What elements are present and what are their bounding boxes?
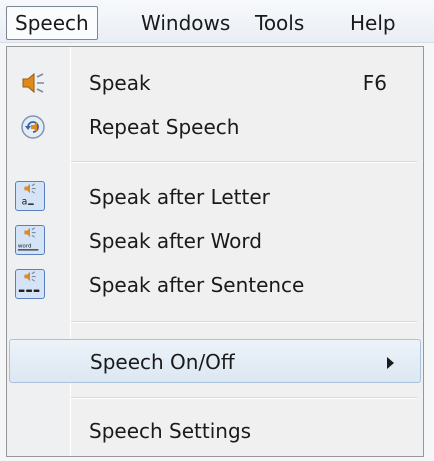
speak-sentence-icon: [15, 269, 45, 299]
menu-help[interactable]: Help: [342, 10, 404, 36]
menu-separator: [71, 161, 417, 163]
menu-item-label: Speak after Letter: [89, 185, 270, 209]
menu-item-speak-after-letter[interactable]: a Speak after Letter: [9, 175, 421, 219]
speak-letter-icon: a: [15, 181, 45, 211]
menu-item-label: Repeat Speech: [89, 115, 240, 139]
menu-item-speak-after-sentence[interactable]: Speak after Sentence: [9, 263, 421, 307]
icon-word-text: word: [18, 243, 32, 249]
menu-windows[interactable]: Windows: [133, 10, 238, 36]
menu-item-repeat-speech[interactable]: Repeat Speech: [9, 105, 421, 149]
menu-bar: Speech Windows Tools Help: [0, 0, 434, 43]
speak-word-icon: word: [15, 225, 45, 255]
menu-tools[interactable]: Tools: [247, 10, 312, 36]
speaker-icon: [22, 72, 44, 94]
repeat-speech-icon: [21, 115, 45, 139]
menu-item-speak-after-word[interactable]: word Speak after Word: [9, 219, 421, 263]
menu-item-label: Speak after Word: [89, 229, 262, 253]
menu-item-label: Speak: [89, 71, 151, 95]
icon-letter-text: a: [22, 196, 28, 207]
speech-dropdown-menu: Speak F6 Repeat Speech a Speak after Let…: [6, 46, 424, 457]
submenu-arrow-icon: [387, 357, 394, 369]
shortcut-label: F6: [362, 71, 387, 95]
menu-item-speech-settings[interactable]: Speech Settings: [9, 409, 421, 453]
menu-item-label: Speech Settings: [89, 419, 252, 443]
menu-item-speak[interactable]: Speak F6: [9, 61, 421, 105]
menu-speech[interactable]: Speech: [6, 6, 98, 40]
menu-item-label: Speak after Sentence: [89, 273, 305, 297]
menu-separator: [71, 321, 417, 323]
menu-separator: [71, 397, 417, 399]
menu-item-label: Speech On/Off: [90, 350, 235, 374]
menu-item-speech-on-off[interactable]: Speech On/Off: [9, 339, 421, 383]
